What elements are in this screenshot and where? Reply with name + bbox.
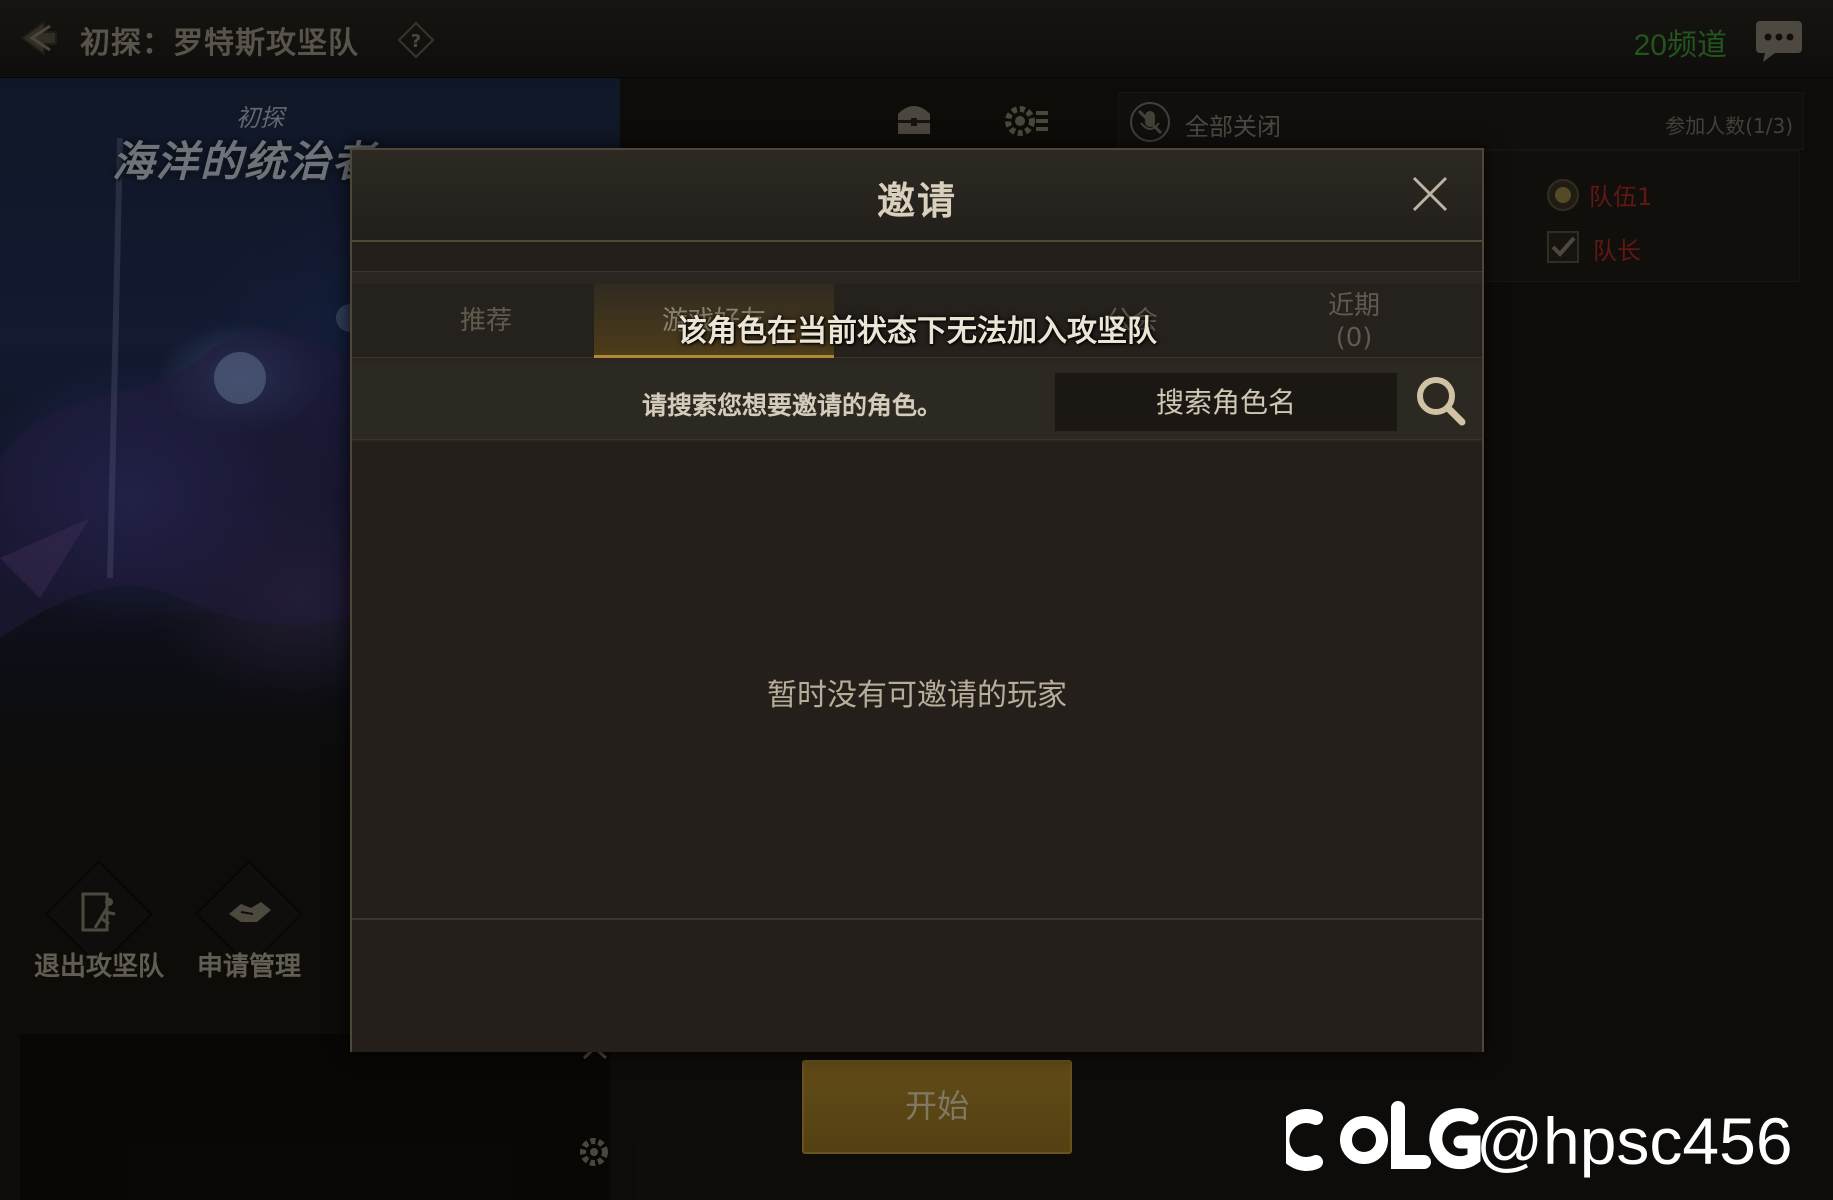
search-icon[interactable] [1412, 372, 1468, 430]
search-hint: 请搜索您想要邀请的角色。 [642, 391, 943, 420]
colg-watermark: @hpsc456 [1286, 1101, 1793, 1178]
player-list: 暂时没有可邀请的玩家 [352, 442, 1482, 1052]
invite-dialog: 邀请 推荐 游戏好友 公会 近期 (0) 该角色在当前状态下无法加入攻坚队 请搜… [350, 148, 1484, 1052]
character-search-input[interactable] [1054, 372, 1398, 432]
search-row: 请搜索您想要邀请的角色。 [352, 364, 1482, 440]
dialog-header: 邀请 [352, 150, 1482, 242]
empty-list-message: 暂时没有可邀请的玩家 [767, 678, 1067, 713]
error-toast: 该角色在当前状态下无法加入攻坚队 [677, 314, 1157, 349]
close-icon[interactable] [1406, 170, 1454, 218]
watermark-handle: @hpsc456 [1476, 1104, 1793, 1178]
dialog-title: 邀请 [876, 179, 957, 223]
